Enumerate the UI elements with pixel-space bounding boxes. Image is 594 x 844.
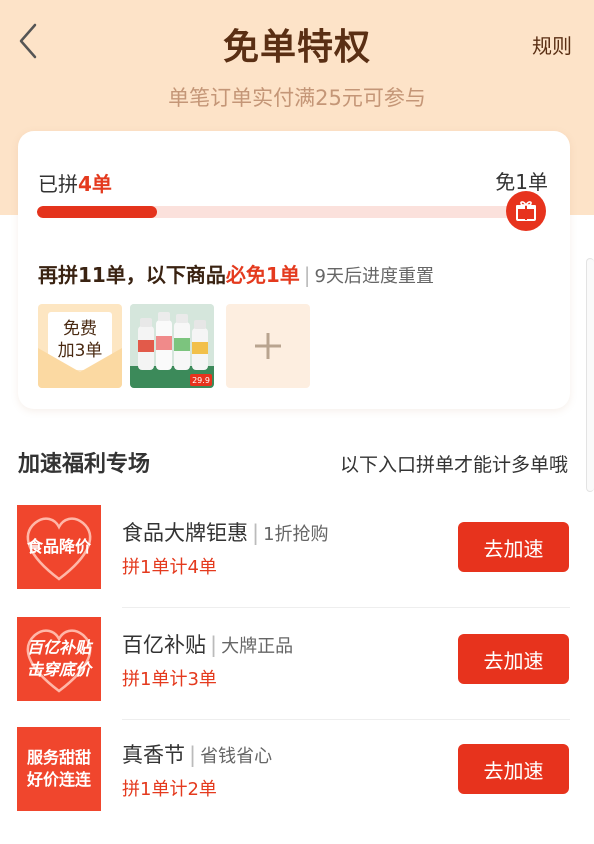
header: 免单特权 规则 单笔订单实付满25元可参与 [0, 0, 594, 130]
progress-card: 已拼4单 免1单 再拼11单，以下商品必免1单|9天后进度重置 免费 加3单 [18, 131, 570, 409]
joined-count: 4单 [78, 172, 112, 196]
free-orders-thumbnail[interactable]: 免费 加3单 [38, 304, 122, 388]
subsidy-logo-text: 百亿补贴 击穿底价 [27, 637, 91, 681]
plus-icon [255, 333, 281, 359]
add-product-button[interactable] [226, 304, 310, 388]
page-subtitle: 单笔订单实付满25元可参与 [168, 86, 426, 110]
reset-notice: 9天后进度重置 [314, 266, 434, 287]
page-title: 免单特权 [222, 27, 371, 68]
promo-text: 再拼11单，以下商品必免1单 | 9天后进度重置 [38, 259, 434, 288]
title-separator: | [252, 521, 260, 545]
title-separator: | [210, 633, 218, 657]
side-scroll-handle[interactable] [586, 258, 594, 492]
product-price: 29.9 [192, 376, 210, 385]
boost-section-title: 加速福利专场 [18, 452, 151, 477]
title-separator: | [189, 743, 197, 767]
boost-section-hint: 以下入口拼单才能计多单哦 [339, 454, 568, 476]
free-line-1: 免费 [63, 319, 97, 339]
subsidy-logo-line2: 击穿底价 [26, 660, 91, 679]
subsidy-logo-line1: 百亿补贴 [26, 638, 91, 657]
accelerate-button[interactable]: 去加速 [458, 634, 569, 684]
fragrant-festival-logo: 服务甜甜 好价连连 [17, 727, 101, 811]
fragrant-logo-line1: 服务甜甜 [26, 748, 91, 767]
boost-item-title: 百亿补贴 | 大牌正品 [122, 629, 293, 659]
joined-prefix: 已拼 [38, 172, 78, 196]
boost-item-fragrant: 服务甜甜 好价连连 真香节 | 省钱省心 拼1单计2单 去加速 [0, 727, 594, 837]
boost-item-tag: 1折抢购 [263, 524, 329, 545]
boost-item-name: 真香节 [122, 743, 185, 767]
boost-item-count: 拼1单计3单 [122, 669, 217, 690]
gift-icon [506, 191, 546, 231]
accelerate-button[interactable]: 去加速 [458, 522, 569, 572]
progress-fill [37, 206, 157, 218]
row-divider [122, 607, 570, 608]
boost-item-tag: 大牌正品 [221, 636, 294, 657]
row-divider [122, 719, 570, 720]
bottles-image: 29.9 [130, 304, 214, 388]
progress-bar [37, 206, 517, 218]
promo-highlight: 必免1单 [225, 263, 300, 287]
accelerate-button[interactable]: 去加速 [458, 744, 569, 794]
boost-item-title: 真香节 | 省钱省心 [122, 739, 272, 769]
fragrant-logo-line2: 好价连连 [26, 770, 91, 789]
boost-item-food: 食品降价 食品大牌钜惠 | 1折抢购 拼1单计4单 去加速 [0, 505, 594, 615]
boost-item-name: 百亿补贴 [122, 633, 206, 657]
fragrant-logo-text: 服务甜甜 好价连连 [27, 747, 91, 791]
boost-item-subsidy: 百亿补贴 击穿底价 百亿补贴 | 大牌正品 拼1单计3单 去加速 [0, 617, 594, 727]
food-sale-logo: 食品降价 [17, 505, 101, 589]
promo-separator: | [303, 263, 311, 287]
food-logo-line1: 食品降价 [26, 537, 91, 556]
boost-item-title: 食品大牌钜惠 | 1折抢购 [122, 517, 329, 547]
rules-link[interactable]: 规则 [532, 30, 572, 59]
boost-item-name: 食品大牌钜惠 [122, 521, 248, 545]
food-logo-text: 食品降价 [27, 536, 91, 558]
boost-item-count: 拼1单计2单 [122, 779, 217, 800]
boost-item-count: 拼1单计4单 [122, 557, 217, 578]
free-orders-text: 免费 加3单 [38, 318, 122, 362]
free-line-2: 加3单 [57, 341, 103, 361]
product-thumbnail[interactable]: 29.9 [130, 304, 214, 388]
boost-item-tag: 省钱省心 [200, 746, 273, 767]
joined-count-label: 已拼4单 [38, 168, 112, 197]
subsidy-logo: 百亿补贴 击穿底价 [17, 617, 101, 701]
promo-part1: 再拼11单，以下商品 [38, 263, 226, 287]
